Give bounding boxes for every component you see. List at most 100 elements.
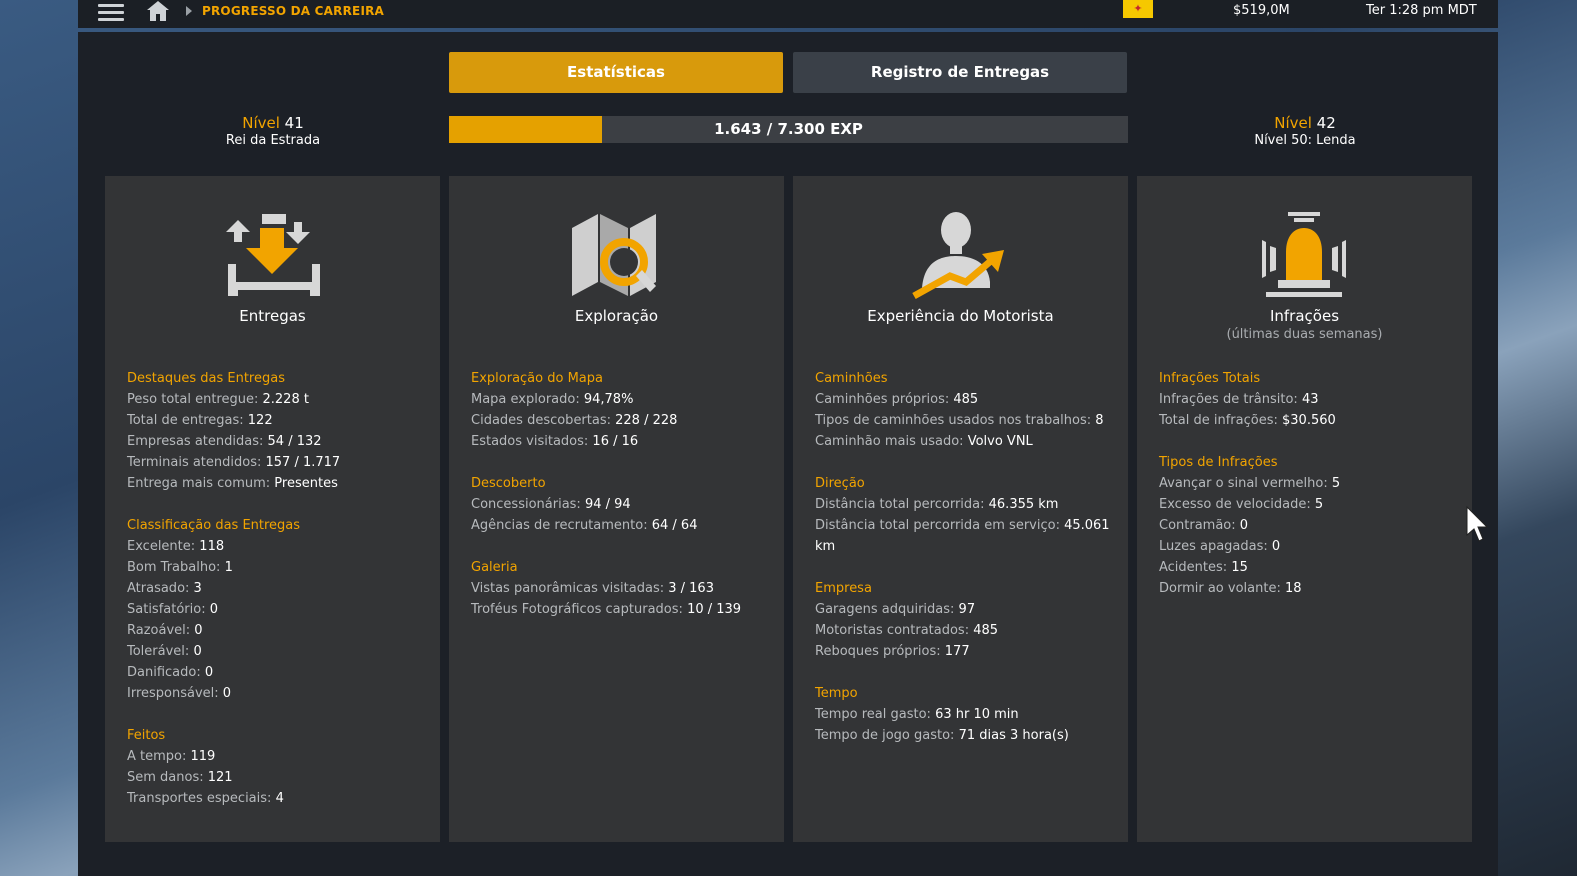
stat-row: Acidentes: 15 [1159,557,1459,578]
stat-label: Tipos de caminhões usados nos trabalhos: [815,413,1092,428]
stat-row: Cidades descobertas: 228 / 228 [471,410,771,431]
stat-label: Estados visitados: [471,434,589,449]
stat-section: Caminhões Caminhões próprios: 485 Tipos de… [815,368,1115,452]
stat-value: 0 [204,665,214,680]
stat-label: Vistas panorâmicas visitadas: [471,581,665,596]
card-stats: Destaques das Entregas Peso total entregu… [127,368,427,830]
stat-row: Excelente: 118 [127,536,427,557]
stat-row: Total de infrações: $30.560 [1159,410,1459,431]
stat-value: $30.560 [1282,413,1336,428]
card-driver-experience: Experiência do Motorista Caminhões Caminh… [793,176,1128,842]
stat-row: Mapa explorado: 94,78% [471,389,771,410]
card-title: Experiência do Motorista [867,307,1054,325]
card-stats: Caminhões Caminhões próprios: 485 Tipos de… [815,368,1115,767]
stat-row: A tempo: 119 [127,746,427,767]
card-infractions: Infrações (últimas duas semanas) Infraçõ… [1137,176,1472,842]
stat-value: 63 hr 10 min [935,707,1019,722]
driver-growth-icon [910,210,1010,300]
stat-label: Caminhões próprios: [815,392,950,407]
stat-label: Entrega mais comum: [127,476,271,491]
card-title: Exploração [574,307,659,325]
next-level-title: Nível 50: Lenda [1254,133,1356,148]
stat-label: Bom Trabalho: [127,560,221,575]
card-title: Infrações [1269,307,1340,325]
stat-value: 485 [973,623,999,638]
deliveries-icon [222,210,322,300]
stat-row: Tempo real gasto: 63 hr 10 min [815,704,1115,725]
stat-row: Transportes especiais: 4 [127,788,427,809]
stat-row: Satisfatório: 0 [127,599,427,620]
stat-value: 3 [193,581,202,596]
stat-value: 122 [247,413,273,428]
stat-label: Concessionárias: [471,497,581,512]
stat-value: Volvo VNL [967,434,1033,449]
stat-label: Distância total percorrida: [815,497,985,512]
stat-label: Peso total entregue: [127,392,259,407]
stat-section: Descoberto Concessionárias: 94 / 94 Agênci… [471,473,771,536]
next-level-word: Nível [1274,114,1312,132]
stat-value: Presentes [274,476,338,491]
section-title: Exploração do Mapa [471,371,603,386]
stat-value: 43 [1301,392,1319,407]
tab-statistics[interactable]: Estatísticas [449,52,783,93]
section-title: Galeria [471,560,518,575]
stat-row: Distância total percorrida em serviço: 4… [815,515,1115,557]
map-search-icon [566,210,666,300]
stat-label: Luzes apagadas: [1159,539,1268,554]
stat-label: Avançar o sinal vermelho: [1159,476,1328,491]
xp-progress-text: 1.643 / 7.300 EXP [714,120,863,138]
stat-label: Total de entregas: [127,413,244,428]
stat-row: Empresas atendidas: 54 / 132 [127,431,427,452]
stat-row: Irresponsável: 0 [127,683,427,704]
menu-icon[interactable] [98,1,124,23]
stat-row: Tempo de jogo gasto: 71 dias 3 hora(s) [815,725,1115,746]
stat-section: Galeria Vistas panorâmicas visitadas: 3 /… [471,557,771,620]
clock-display: Ter 1:28 pm MDT [1366,3,1477,18]
stat-row: Sem danos: 121 [127,767,427,788]
card-exploration: Exploração Exploração do Mapa Mapa explor… [449,176,784,842]
stat-row: Agências de recrutamento: 64 / 64 [471,515,771,536]
stat-value: 0 [194,623,203,638]
stat-value: 5 [1314,497,1324,512]
stat-label: Irresponsável: [127,686,219,701]
stat-row: Danificado: 0 [127,662,427,683]
tab-delivery-log[interactable]: Registro de Entregas [793,52,1127,93]
stat-value: 0 [1239,518,1249,533]
stat-value: 118 [199,539,225,554]
stat-label: Danificado: [127,665,201,680]
stat-value: 15 [1231,560,1248,575]
stat-row: Motoristas contratados: 485 [815,620,1115,641]
stat-value: 46.355 km [988,497,1059,512]
card-stats: Infrações Totais Infrações de trânsito: 4… [1159,368,1459,620]
home-icon[interactable] [146,0,170,24]
stat-label: Acidentes: [1159,560,1228,575]
stat-label: Distância total percorrida em serviço: [815,518,1060,533]
stat-value: 485 [953,392,979,407]
stat-row: Concessionárias: 94 / 94 [471,494,771,515]
stat-label: Razoável: [127,623,191,638]
current-level-number: 41 [284,114,304,132]
section-title: Empresa [815,581,872,596]
stat-label: Caminhão mais usado: [815,434,964,449]
stat-label: Atrasado: [127,581,190,596]
stat-row: Luzes apagadas: 0 [1159,536,1459,557]
stat-value: 0 [1271,539,1281,554]
top-bar: PROGRESSO DA CARREIRA ✦ $519,0M Ter 1:28… [78,0,1498,28]
stat-section: Direção Distância total percorrida: 46.35… [815,473,1115,557]
stat-value: 97 [958,602,976,617]
stat-label: Contramão: [1159,518,1236,533]
current-level-word: Nível [242,114,280,132]
card-stats: Exploração do Mapa Mapa explorado: 94,78%… [471,368,771,641]
stat-value: 94,78% [583,392,634,407]
stat-value: 8 [1095,413,1104,428]
money-display: $519,0M [1233,3,1290,18]
stat-row: Entrega mais comum: Presentes [127,473,427,494]
stat-section: Destaques das Entregas Peso total entregu… [127,368,427,494]
stat-label: Total de infrações: [1159,413,1278,428]
stat-row: Estados visitados: 16 / 16 [471,431,771,452]
card-title: Entregas [239,307,306,325]
stat-section: Empresa Garagens adquiridas: 97 Motoristas… [815,578,1115,662]
section-title: Classificação das Entregas [127,518,301,533]
stat-label: Troféus Fotográficos capturados: [471,602,683,617]
stat-value: 94 / 94 [584,497,631,512]
